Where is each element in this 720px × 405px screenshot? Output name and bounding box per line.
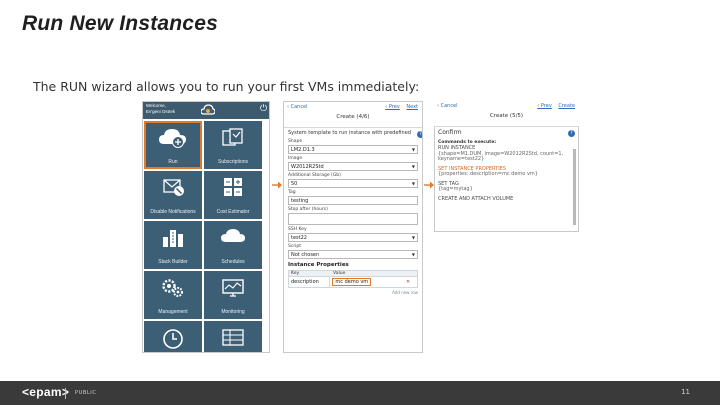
footer-divider	[65, 388, 66, 399]
tile-run-label: Run	[168, 159, 178, 165]
prev-link[interactable]: ‹ Prev	[385, 104, 400, 110]
property-key: description	[291, 279, 319, 285]
stack-builder-icon	[163, 230, 183, 247]
form-body: System template to run instance with pre…	[288, 130, 418, 295]
stop-after-input[interactable]	[288, 213, 418, 225]
tile-clock[interactable]	[144, 321, 202, 352]
table-icon	[222, 329, 244, 346]
calculator-icon	[224, 178, 242, 196]
chevron-down-icon: ▼	[411, 164, 415, 169]
add-row-link[interactable]: Add new row	[288, 290, 418, 295]
subscriptions-icon	[222, 128, 243, 146]
epam-logo: <epam>	[22, 385, 70, 399]
cancel-link[interactable]: ‹ Cancel	[437, 103, 458, 109]
tile-stack-builder[interactable]: Stack Builder	[144, 221, 202, 269]
notifications-off-icon	[163, 179, 184, 196]
chevron-down-icon: ▼	[411, 252, 415, 257]
gears-icon	[162, 279, 183, 297]
instance-properties-title: Instance Properties	[288, 262, 349, 268]
classification-label: PUBLIC	[75, 390, 97, 396]
cloud-logo-icon	[201, 104, 215, 115]
tile-disable-notifications-label: Disable Notifications	[150, 209, 196, 215]
tile-subscriptions[interactable]: Subscriptions	[204, 121, 262, 169]
ssh-key-select[interactable]: test22 ▼	[288, 233, 418, 242]
tag-input[interactable]: testing	[288, 196, 418, 205]
property-key-cell[interactable]: description	[289, 277, 331, 287]
home-panel: Welcome, Ev'geni Ostrek ⏻ Run Subscripti…	[142, 101, 270, 353]
cloud-plus-icon	[159, 129, 186, 148]
value-column-header: Value	[333, 271, 346, 276]
shape-value: LM2.D1.3	[291, 147, 315, 153]
tile-management-label: Management	[158, 309, 188, 315]
scrollbar[interactable]	[573, 149, 576, 225]
shape-select[interactable]: LM2.D1.3 ▼	[288, 145, 418, 154]
slide-title: Run New Instances	[22, 12, 218, 35]
form-nav-bar: ‹ Cancel ‹ Prev Next Create (4/6)	[284, 102, 422, 128]
tile-disable-notifications[interactable]: Disable Notifications	[144, 171, 202, 219]
template-description: System template to run instance with pre…	[288, 130, 411, 136]
command-detail: {properties: description=mc demo vm}	[438, 171, 538, 177]
clock-icon	[163, 329, 183, 349]
property-value-cell[interactable]: mc demo vm	[330, 277, 399, 287]
command-name: CREATE AND ATTACH VOLUME	[438, 195, 514, 202]
arrow-right-icon	[272, 181, 282, 189]
tile-stack-builder-label: Stack Builder	[158, 259, 188, 265]
confirm-step-title: Create (5/5)	[489, 113, 524, 119]
chevron-down-icon: ▼	[411, 147, 415, 152]
confirm-panel: ‹ Cancel ‹ Prev Create Create (5/5) ? Co…	[434, 101, 579, 353]
home-header: Welcome, Ev'geni Ostrek ⏻	[143, 102, 269, 119]
confirm-nav-bar: ‹ Cancel ‹ Prev Create Create (5/5)	[434, 101, 579, 127]
chevron-down-icon: ▼	[411, 235, 415, 240]
storage-value: 50	[291, 181, 298, 187]
monitor-icon	[222, 279, 244, 297]
create-form-panel: ‹ Cancel ‹ Prev Next Create (4/6) ? Syst…	[283, 101, 423, 353]
tile-management[interactable]: Management	[144, 271, 202, 319]
image-select[interactable]: W2012R2Std ▼	[288, 162, 418, 171]
tile-cost-estimator[interactable]: Cost Estimator	[204, 171, 262, 219]
welcome-text: Welcome, Ev'geni Ostrek	[146, 103, 175, 115]
slide-subtitle: The RUN wizard allows you to run your fi…	[33, 79, 420, 94]
command-create-volume: CREATE AND ATTACH VOLUME	[438, 195, 568, 203]
table-row: description mc demo vm ✕	[288, 277, 418, 288]
confirm-nav-links: ‹ Prev Create	[532, 103, 575, 109]
tile-run[interactable]: Run	[144, 121, 202, 169]
confirm-body: Confirm Commands to execute: RUN INSTANC…	[438, 129, 568, 202]
command-set-tag: SET TAG {tag=mytag}	[438, 181, 568, 193]
tile-table[interactable]	[204, 321, 262, 352]
property-value: mc demo vm	[332, 278, 372, 286]
script-value: Not chosen	[291, 252, 320, 258]
slide-footer: <epam> PUBLIC 11	[0, 381, 720, 405]
image-value: W2012R2Std	[291, 164, 324, 170]
cloud-schedule-icon	[221, 229, 245, 242]
tile-subscriptions-label: Subscriptions	[217, 159, 248, 165]
confirm-label: Confirm	[438, 129, 462, 136]
user-name: Ev'geni Ostrek	[146, 109, 176, 114]
tile-monitoring[interactable]: Monitoring	[204, 271, 262, 319]
prev-link[interactable]: ‹ Prev	[537, 103, 552, 109]
remove-row-icon[interactable]: ✕	[399, 277, 417, 287]
form-step-title: Create (4/6)	[336, 114, 370, 120]
command-set-properties: SET INSTANCE PROPERTIES {properties: des…	[438, 166, 568, 178]
ssh-key-value: test22	[291, 235, 307, 241]
next-link[interactable]: Next	[406, 104, 418, 110]
create-link[interactable]: Create	[558, 103, 575, 109]
command-detail: {shape=M1.DUM, image=W2012R2Std, count=1…	[438, 150, 564, 162]
cancel-link[interactable]: ‹ Cancel	[287, 104, 308, 110]
chevron-down-icon: ▼	[411, 181, 415, 186]
storage-select[interactable]: 50 ▼	[288, 179, 418, 188]
tile-cost-estimator-label: Cost Estimator	[216, 209, 250, 215]
tile-schedules[interactable]: Schedules	[204, 221, 262, 269]
command-run-instance: RUN INSTANCE {shape=M1.DUM, image=W2012R…	[438, 145, 568, 163]
power-icon[interactable]: ⏻	[260, 104, 267, 114]
properties-table-header: Key Value	[288, 270, 418, 277]
form-nav-links: ‹ Prev Next	[380, 104, 418, 110]
tile-monitoring-label: Monitoring	[221, 309, 245, 315]
key-column-header: Key	[291, 271, 300, 276]
command-detail: {tag=mytag}	[438, 186, 473, 192]
help-icon[interactable]: ?	[568, 130, 575, 137]
tile-schedules-label: Schedules	[221, 259, 245, 265]
script-select[interactable]: Not chosen ▼	[288, 250, 418, 259]
page-number: 11	[681, 388, 690, 396]
